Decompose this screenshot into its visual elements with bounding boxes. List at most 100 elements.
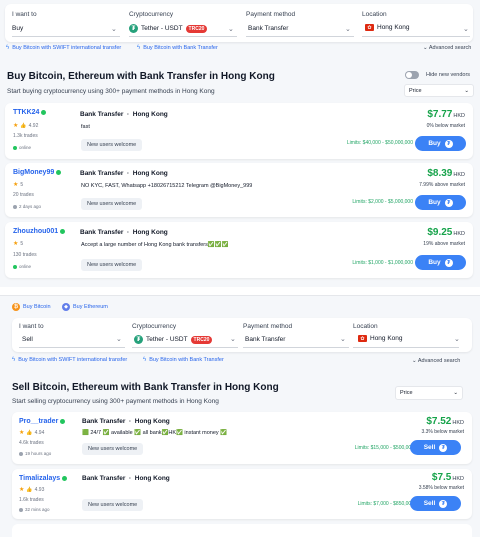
vendor-name-label: BigMoney99	[13, 169, 55, 176]
bolt-icon: ϟ	[143, 357, 147, 363]
vendor-name-label: Zhouzhou001	[13, 228, 59, 235]
vendor-name[interactable]: TTKK24	[13, 109, 47, 116]
tab-buy-ethereum[interactable]: ◆ Buy Ethereum	[62, 303, 108, 311]
sort-value: Price	[409, 87, 422, 94]
vendor-name[interactable]: BigMoney99	[13, 169, 62, 176]
page-subtitle: Start selling cryptocurrency using 300+ …	[12, 398, 219, 405]
payment-select[interactable]: Bank Transfer	[245, 336, 285, 343]
location-select[interactable]: ✿ Hong Kong	[358, 335, 403, 342]
crypto-value: Tether - USDT	[141, 25, 183, 32]
new-users-badge: New users welcome	[82, 443, 144, 455]
thumbs-icon: 👍	[26, 429, 33, 436]
bolt-icon: ϟ	[137, 45, 141, 51]
offline-dot-icon	[13, 204, 17, 209]
hide-new-vendors-toggle[interactable]	[405, 71, 419, 79]
price-value: $8.39	[427, 168, 453, 179]
sell-button[interactable]: Sell ₮	[410, 496, 461, 511]
offer-row: Timalizalays ★ 👍 4.93 1.6k trades 32 mins …	[12, 469, 472, 519]
tab-label: Buy Ethereum	[73, 304, 108, 310]
vendor-status: 2 days ago	[13, 204, 41, 209]
quick-link-bank-transfer[interactable]: ϟ Buy Bitcoin with Bank Transfer	[143, 357, 224, 363]
chevron-down-icon: ⌄	[464, 87, 469, 94]
page-title: Buy Bitcoin, Ethereum with Bank Transfer…	[7, 71, 275, 82]
offer-price: $7.5HKD	[432, 472, 464, 483]
star-icon: ★	[19, 487, 25, 493]
status-label: 19 hours ago	[25, 451, 52, 456]
payment-value: Bank Transfer	[248, 25, 289, 32]
new-users-badge: New users welcome	[81, 198, 143, 210]
rating-value: 5	[20, 181, 24, 188]
offer-row: Zhouzhou001 ★ 5 130 trades online Bank Tr…	[5, 222, 473, 278]
thumbs-icon: 👍	[20, 122, 27, 129]
crypto-label: Cryptocurrency	[132, 323, 177, 330]
location-label: Location	[362, 11, 387, 18]
hong-kong-flag-icon: ✿	[358, 335, 367, 342]
location-select[interactable]: ✿ Hong Kong	[365, 24, 410, 31]
sell-filter-bar: I want to Sell ⌄ Cryptocurrency ₮ Tether…	[12, 318, 472, 352]
location-label: Hong Kong	[134, 475, 170, 482]
quick-link-label: Buy Bitcoin with SWIFT international tra…	[18, 357, 128, 363]
divider	[12, 36, 120, 37]
offer-limits: Limits: $2,000 - $5,000,000	[352, 199, 413, 205]
rating-value: 4.92	[28, 122, 39, 129]
offer-price: $7.52HKD	[426, 416, 464, 427]
vendor-trades: 1.3k trades	[13, 133, 38, 139]
offer-price: $7.77HKD	[427, 109, 465, 120]
online-dot-icon	[13, 264, 17, 269]
advanced-search-toggle[interactable]: ⌄ Advanced search	[412, 358, 460, 364]
offer-margin: 0% below market	[426, 123, 465, 129]
vendor-name[interactable]: Timalizalays	[19, 475, 68, 482]
vendor-name[interactable]: Zhouzhou001	[13, 228, 66, 235]
vendor-trades: 4.6k trades	[19, 440, 44, 446]
location-label: Location	[353, 323, 378, 330]
buy-button[interactable]: Buy ₮	[415, 195, 466, 210]
rating-value: 5	[20, 240, 24, 247]
payment-select[interactable]: Bank Transfer	[248, 25, 288, 32]
offer-limits: Limits: $40,000 - $50,000,000	[346, 140, 413, 146]
sort-select[interactable]: Price ⌄	[404, 84, 474, 97]
offer-price: $8.39HKD	[427, 168, 465, 179]
quick-link-swift[interactable]: ϟ Buy Bitcoin with SWIFT international tr…	[6, 45, 121, 51]
buy-button[interactable]: Buy ₮	[415, 136, 466, 151]
buy-button-label: Buy	[428, 140, 441, 147]
chevron-down-icon: ⌄	[228, 26, 234, 33]
offer-description: fast	[81, 124, 90, 130]
star-icon: ★	[13, 123, 19, 129]
offer-description: NO KYC, FAST, Whatsapp +18026715212 Tele…	[81, 183, 253, 189]
want-select[interactable]: Sell	[22, 336, 33, 343]
price-value: $7.77	[427, 109, 453, 120]
price-currency: HKD	[452, 476, 464, 482]
offline-dot-icon	[19, 507, 23, 512]
status-label: 2 days ago	[19, 204, 42, 209]
price-currency: HKD	[453, 231, 465, 237]
quick-link-swift[interactable]: ϟ Buy Bitcoin with SWIFT international tr…	[12, 357, 127, 363]
sort-select[interactable]: Price ⌄	[395, 386, 463, 400]
vendor-rating: ★ 5	[13, 240, 24, 248]
verified-icon	[56, 170, 62, 175]
status-label: online	[19, 145, 32, 150]
crypto-select[interactable]: ₮ Tether - USDT TRC20	[129, 24, 208, 33]
price-currency: HKD	[453, 113, 465, 119]
thumbs-icon: 👍	[26, 486, 33, 493]
sort-value: Price	[400, 390, 413, 396]
sell-button[interactable]: Sell ₮	[410, 440, 461, 455]
vendor-name[interactable]: Pro__trader	[19, 418, 66, 425]
offer-margin: 3.58% below market	[418, 485, 464, 491]
payment-method: Bank Transfer · Hong Kong	[82, 475, 170, 482]
crypto-select[interactable]: ₮ Tether - USDT TRC20	[134, 335, 213, 344]
advanced-search-toggle[interactable]: ⌄ Advanced search	[423, 45, 471, 51]
divider	[243, 347, 349, 348]
chevron-down-icon: ⌄	[454, 336, 460, 343]
want-select[interactable]: Buy	[12, 25, 23, 32]
chevron-down-icon: ⌄	[463, 26, 469, 33]
hide-new-vendors-label: Hide new vendors	[426, 72, 471, 78]
price-value: $9.25	[427, 227, 453, 238]
tab-buy-bitcoin[interactable]: ₿ Buy Bitcoin	[12, 303, 51, 311]
location-label: Hong Kong	[132, 170, 168, 177]
page-title: Sell Bitcoin, Ethereum with Bank Transfe…	[12, 382, 279, 393]
buy-button[interactable]: Buy ₮	[415, 255, 466, 270]
chevron-down-icon: ⌄	[111, 26, 117, 33]
crypto-label: Cryptocurrency	[129, 11, 174, 18]
quick-link-bank-transfer[interactable]: ϟ Buy Bitcoin with Bank Transfer	[137, 45, 218, 51]
price-currency: HKD	[452, 420, 464, 426]
